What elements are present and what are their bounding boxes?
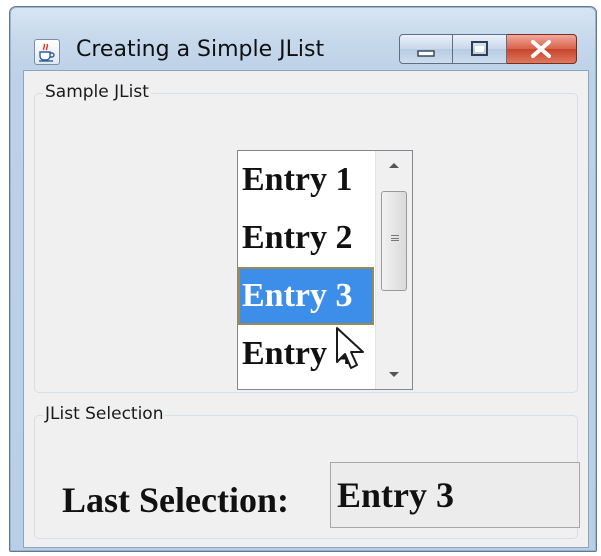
last-selection-field: Entry 3 [330, 462, 580, 528]
jlist-selection-group: JList Selection Last Selection: Entry 3 [34, 404, 580, 539]
scroll-up-icon [389, 163, 399, 168]
scroll-down-icon [389, 372, 399, 377]
grip-icon [391, 235, 399, 241]
entry-list[interactable]: Entry 1 Entry 2 Entry 3 Entry 4 [237, 150, 413, 390]
maximize-button[interactable] [453, 34, 507, 64]
scroll-down-button[interactable] [376, 361, 412, 389]
mouse-cursor-icon [335, 326, 369, 378]
scroll-up-button[interactable] [376, 151, 412, 179]
close-button[interactable] [507, 34, 577, 64]
minimize-button[interactable] [399, 34, 453, 64]
list-item-entry-1[interactable]: Entry 1 [238, 151, 374, 209]
close-icon [531, 40, 551, 58]
content-pane: Sample JList Entry 1 Entry 2 Entry 3 Ent… [23, 70, 589, 548]
list-item-entry-2[interactable]: Entry 2 [238, 209, 374, 267]
title-bar[interactable]: Creating a Simple JList [10, 7, 596, 69]
minimize-icon [417, 50, 435, 57]
last-selection-label: Last Selection: [62, 480, 289, 520]
window-title: Creating a Simple JList [76, 37, 325, 62]
list-item-entry-3[interactable]: Entry 3 [238, 267, 374, 325]
sample-jlist-label: Sample JList [43, 82, 151, 102]
jlist-selection-label: JList Selection [43, 404, 166, 424]
maximize-icon [471, 41, 488, 56]
java-cup-icon[interactable] [34, 39, 60, 65]
sample-jlist-group: Sample JList Entry 1 Entry 2 Entry 3 Ent… [34, 82, 578, 393]
app-window: Creating a Simple JList Sample JList Ent… [9, 6, 597, 552]
list-scrollbar[interactable] [375, 151, 412, 389]
scroll-thumb[interactable] [381, 191, 407, 291]
